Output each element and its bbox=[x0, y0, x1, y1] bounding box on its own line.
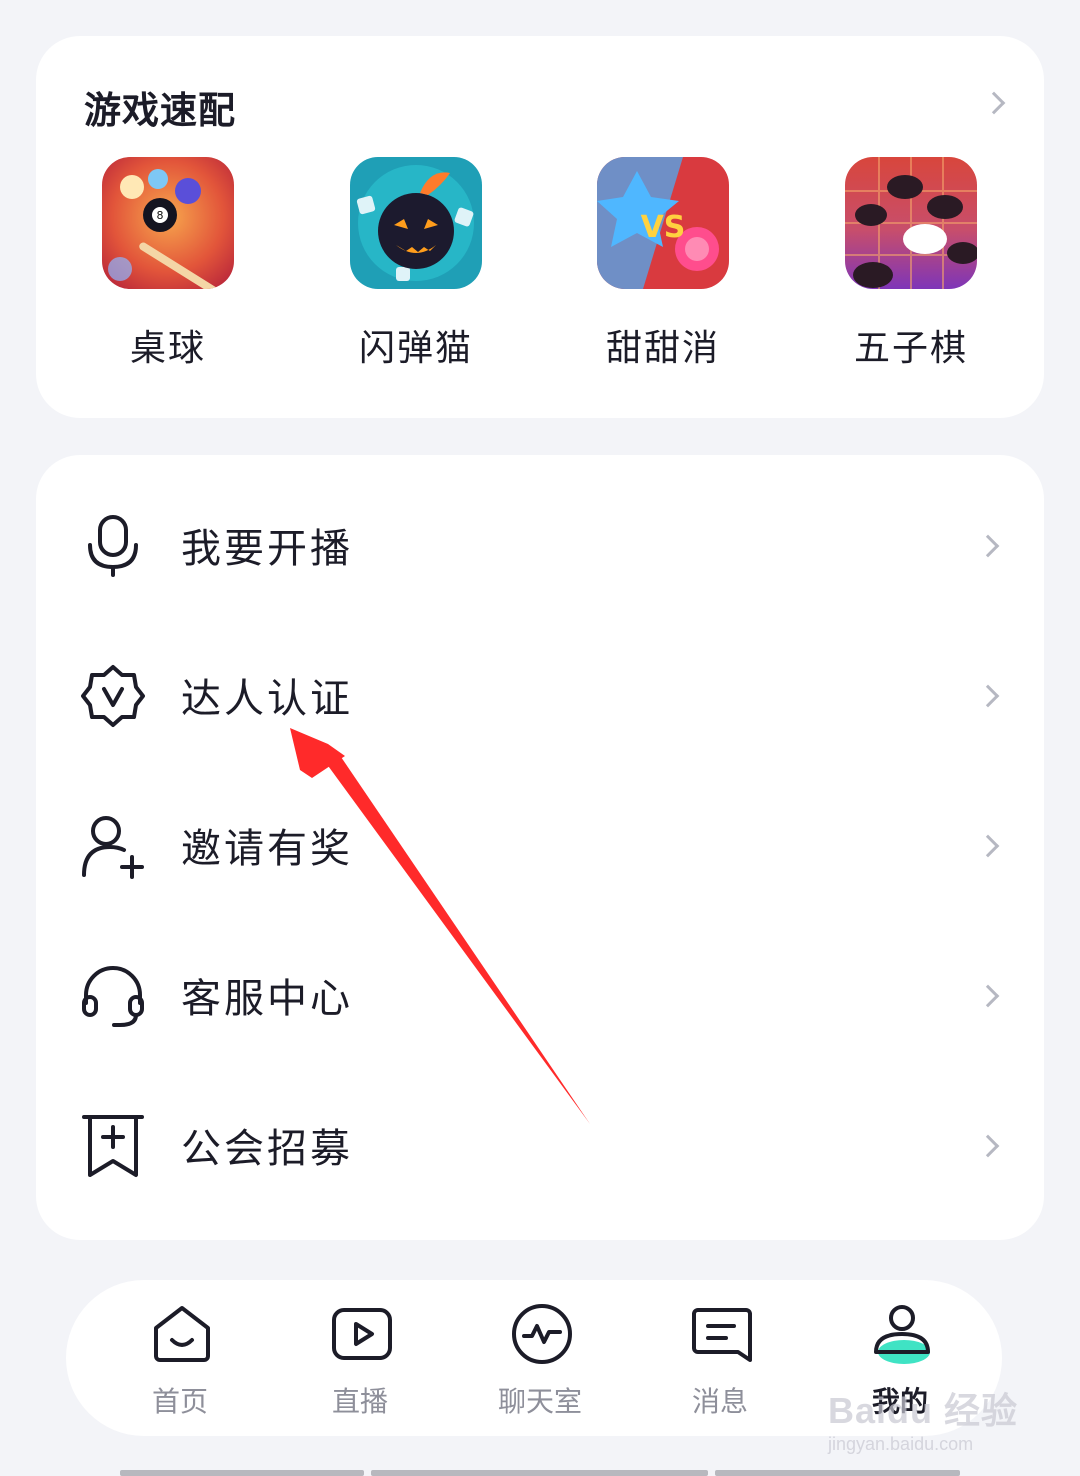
menu-item-invite[interactable]: 邀请有奖 bbox=[36, 770, 1044, 920]
chevron-right-icon bbox=[976, 984, 1000, 1008]
game-name: 桌球 bbox=[129, 328, 206, 369]
game-item-candy[interactable]: VS 甜甜消 bbox=[573, 157, 753, 371]
pulse-icon bbox=[512, 1304, 572, 1364]
home-icon bbox=[154, 1306, 210, 1362]
game-item-gomoku[interactable]: 五子棋 bbox=[821, 157, 1001, 371]
menu-item-customer-service[interactable]: 客服中心 bbox=[36, 920, 1044, 1070]
profile-icon bbox=[874, 1305, 930, 1364]
menu-item-guild-recruit[interactable]: 公会招募 bbox=[36, 1070, 1044, 1220]
chevron-right-icon bbox=[976, 684, 1000, 708]
game-match-header[interactable]: 游戏速配 bbox=[84, 80, 1010, 132]
chevron-right-icon bbox=[976, 1134, 1000, 1158]
game-match-card: 游戏速配 8 桌球 闪弹猫 VS 甜甜消 五子棋 bbox=[36, 36, 1044, 418]
home-indicator bbox=[120, 1470, 960, 1476]
menu-item-verification[interactable]: 达人认证 bbox=[36, 620, 1044, 770]
chevron-right-icon bbox=[976, 834, 1000, 858]
watermark: Baidu 经验 jingyan.baidu.com bbox=[828, 1382, 1018, 1455]
bomb-cat-icon bbox=[350, 157, 482, 289]
message-icon bbox=[692, 1308, 752, 1362]
billiards-icon: 8 bbox=[102, 157, 234, 289]
nav-tab-live[interactable]: 直播 bbox=[270, 1280, 450, 1436]
watermark-brand: Baidu 经验 bbox=[828, 1390, 1019, 1431]
candy-vs-icon: VS bbox=[597, 157, 729, 289]
game-name: 闪弹猫 bbox=[358, 328, 473, 369]
menu-item-label: 达人认证 bbox=[181, 676, 353, 722]
nav-tab-home[interactable]: 首页 bbox=[90, 1280, 270, 1436]
game-name: 甜甜消 bbox=[605, 328, 720, 369]
chevron-right-icon bbox=[976, 534, 1000, 558]
bookmark-plus-icon bbox=[82, 1115, 144, 1177]
add-user-icon bbox=[82, 816, 144, 879]
svg-text:8: 8 bbox=[157, 209, 164, 222]
microphone-icon bbox=[88, 515, 138, 577]
nav-tab-label: 聊天室 bbox=[497, 1385, 582, 1418]
nav-tab-label: 直播 bbox=[331, 1385, 388, 1418]
menu-item-label: 邀请有奖 bbox=[181, 826, 353, 872]
headset-icon bbox=[82, 966, 144, 1027]
play-icon bbox=[332, 1308, 392, 1360]
game-match-title: 游戏速配 bbox=[84, 89, 236, 132]
menu-item-start-live[interactable]: 我要开播 bbox=[36, 470, 1044, 620]
nav-tab-label: 消息 bbox=[691, 1385, 748, 1418]
nav-tab-chatroom[interactable]: 聊天室 bbox=[450, 1280, 630, 1436]
verified-badge-icon bbox=[81, 665, 145, 727]
menu-item-label: 公会招募 bbox=[181, 1126, 353, 1172]
menu-item-label: 我要开播 bbox=[181, 526, 353, 572]
chevron-right-icon bbox=[982, 91, 1006, 115]
game-item-billiards[interactable]: 8 桌球 bbox=[78, 157, 258, 371]
nav-tab-label: 首页 bbox=[151, 1385, 208, 1418]
menu-item-label: 客服中心 bbox=[181, 976, 353, 1022]
feature-menu-card: 我要开播 达人认证 邀请有奖 客服中心 公会招募 bbox=[36, 455, 1044, 1240]
svg-text:VS: VS bbox=[641, 210, 686, 245]
game-item-bomb-cat[interactable]: 闪弹猫 bbox=[326, 157, 506, 371]
nav-tab-messages[interactable]: 消息 bbox=[630, 1280, 810, 1436]
gomoku-icon bbox=[845, 157, 977, 289]
watermark-url: jingyan.baidu.com bbox=[828, 1434, 974, 1454]
game-name: 五子棋 bbox=[853, 328, 968, 369]
